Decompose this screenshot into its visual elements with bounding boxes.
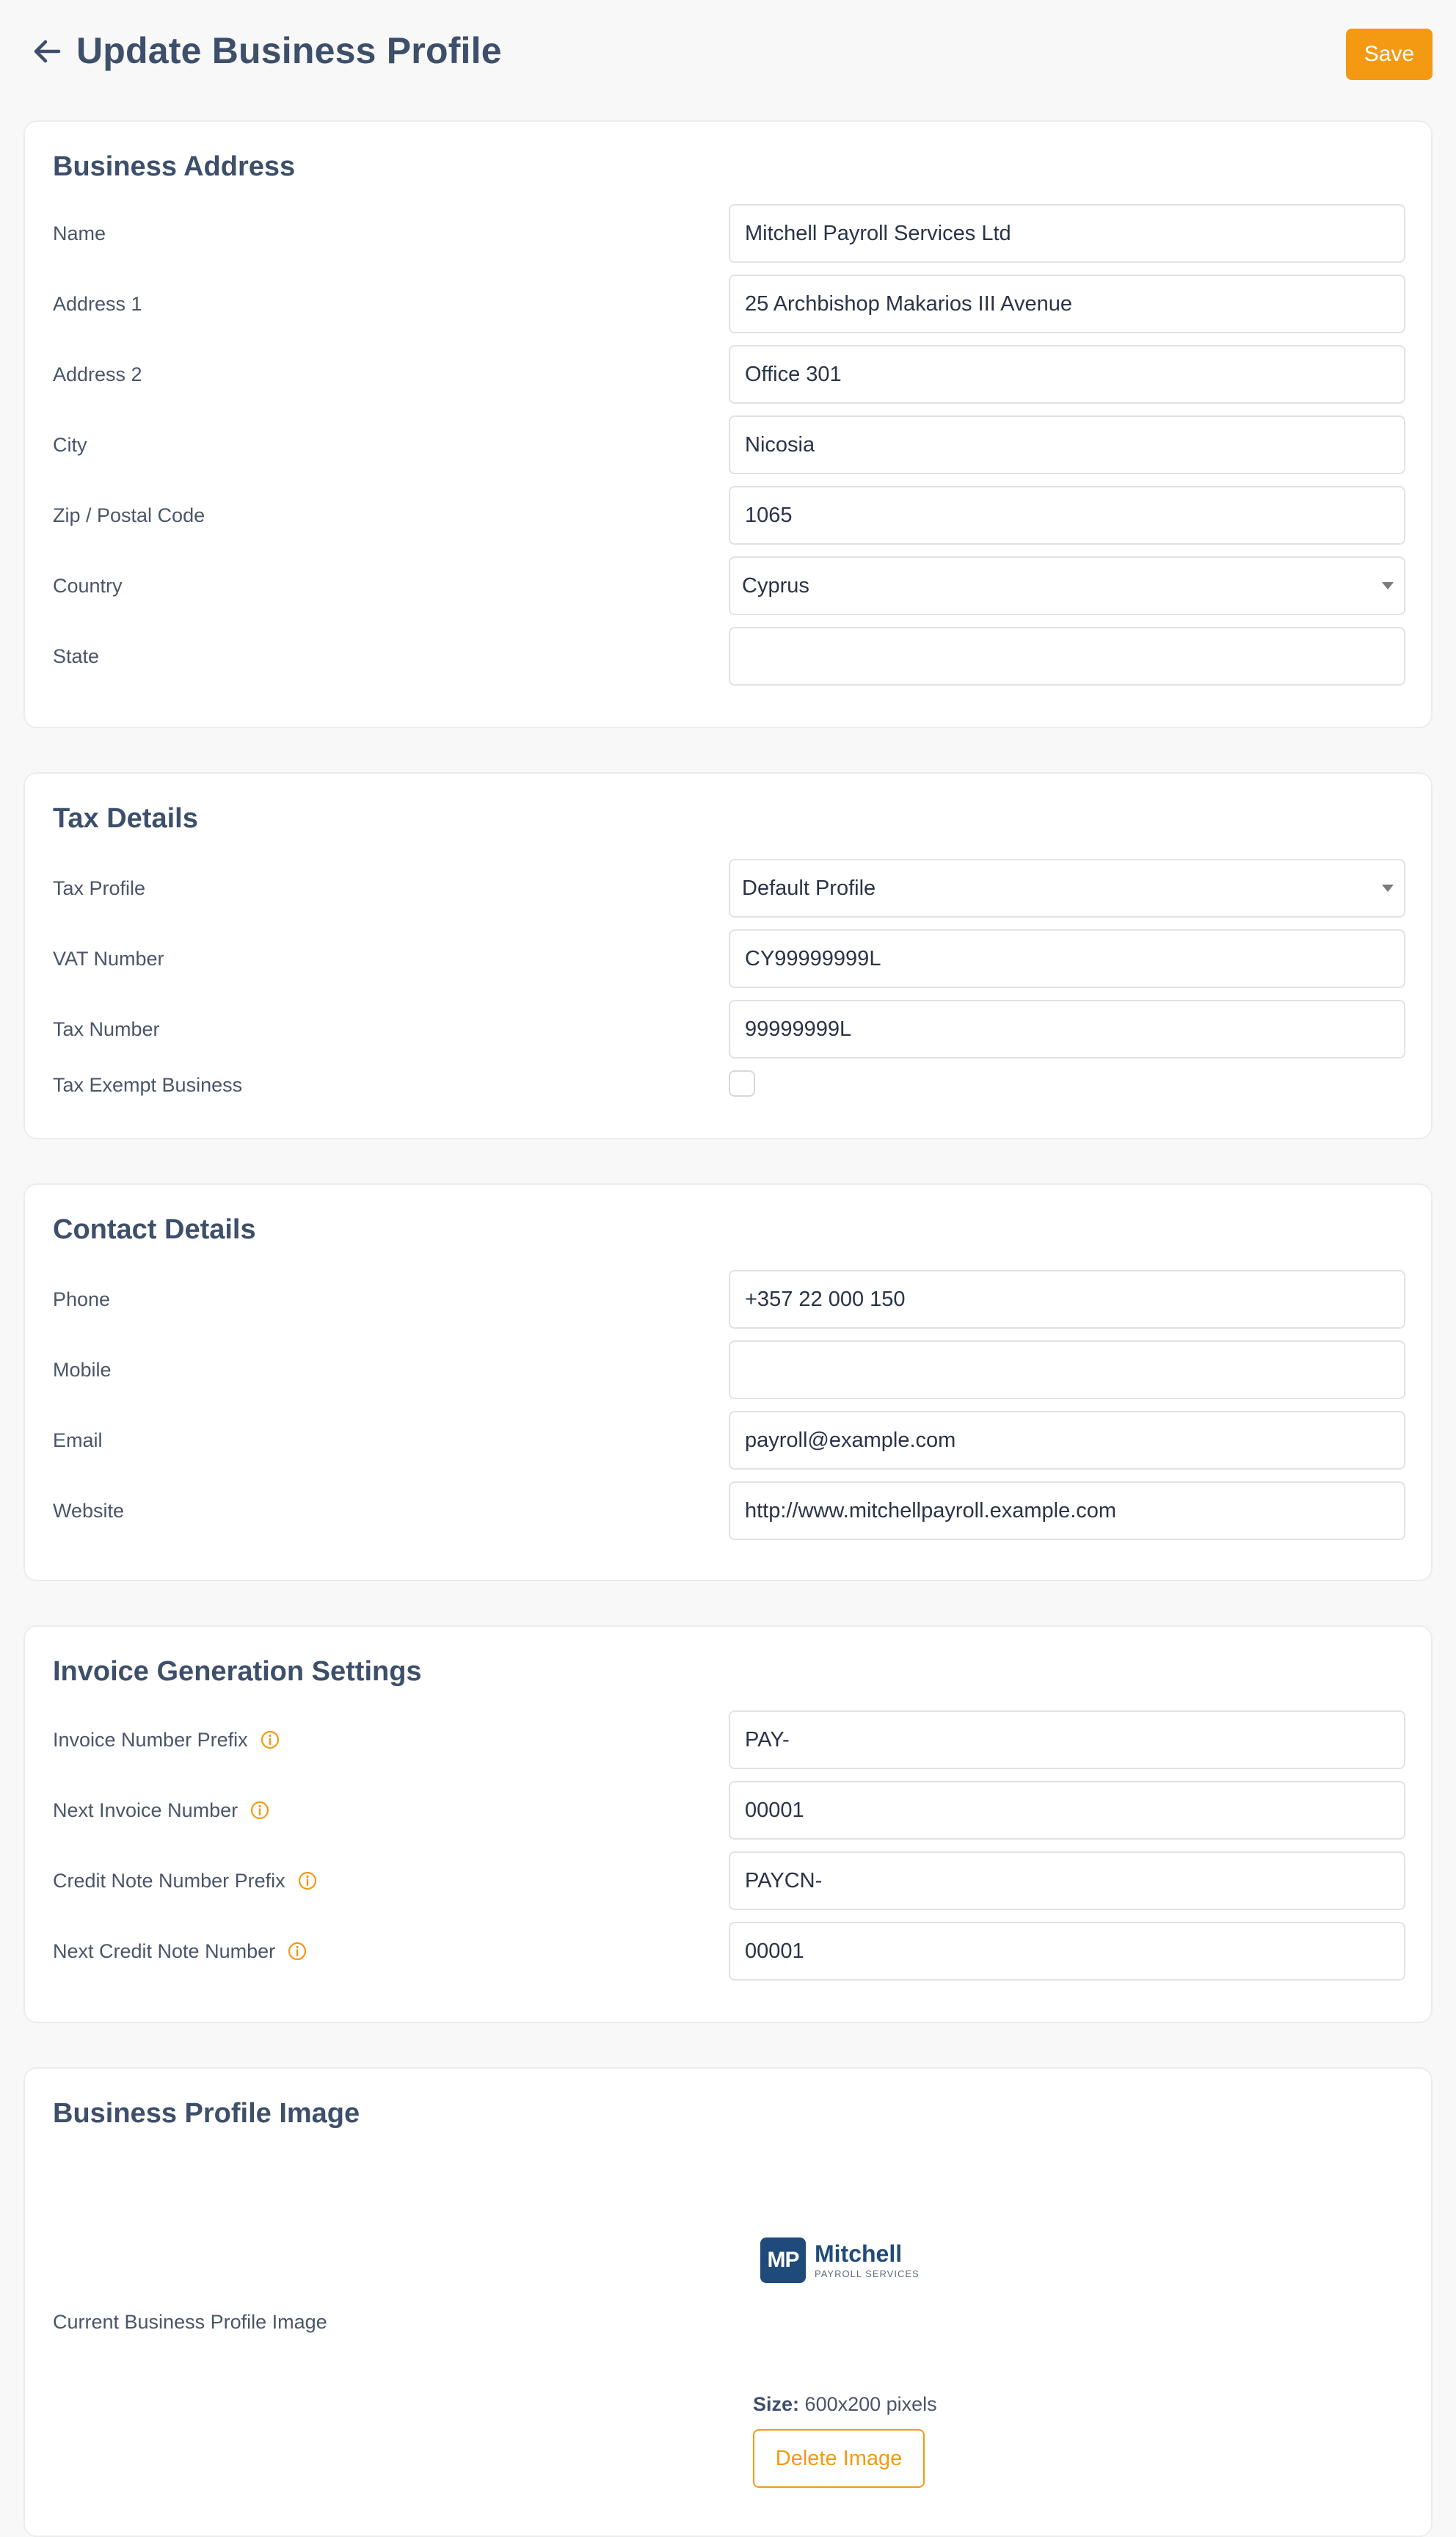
name-input[interactable] (729, 204, 1405, 263)
business-address-card: Business Address Name Address 1 Address … (23, 120, 1433, 728)
page: Update Business Profile Save Business Ad… (0, 0, 1456, 2537)
website-input[interactable] (729, 1481, 1405, 1540)
next-credit-note-number-input[interactable] (729, 1922, 1405, 1981)
field-label: Address 2 (53, 363, 142, 385)
field-label-text: Next Invoice Number (53, 1799, 239, 1821)
invoice-settings-card: Invoice Generation Settings Invoice Numb… (23, 1625, 1433, 2023)
delete-image-button[interactable]: Delete Image (753, 2429, 925, 2488)
field-label: City (53, 434, 87, 456)
form-row-vat: VAT Number (25, 929, 1431, 988)
field-label: Zip / Postal Code (53, 504, 205, 526)
city-input[interactable] (729, 415, 1405, 474)
field-label-text: Credit Note Number Prefix (53, 1870, 285, 1892)
chevron-down-icon (1382, 885, 1394, 892)
form-row-website: Website (25, 1481, 1431, 1540)
field-label: Tax Exempt Business (53, 1074, 243, 1096)
tax-exempt-checkbox[interactable] (729, 1070, 755, 1097)
mobile-input[interactable] (729, 1340, 1405, 1399)
field-label: Tax Profile (53, 877, 146, 899)
info-icon[interactable] (250, 1800, 270, 1821)
select-value: Default Profile (742, 876, 876, 900)
form-row-city: City (25, 415, 1431, 474)
section-title: Tax Details (53, 803, 198, 834)
form-row-phone: Phone (25, 1270, 1431, 1329)
next-invoice-number-input[interactable] (729, 1781, 1405, 1840)
form-row-tax-number: Tax Number (25, 1000, 1431, 1059)
chevron-down-icon (1382, 582, 1394, 589)
email-input[interactable] (729, 1411, 1405, 1470)
field-label: Country (53, 575, 123, 597)
form-row-address1: Address 1 (25, 275, 1431, 333)
tax-profile-select[interactable]: Default Profile (729, 859, 1405, 918)
save-button[interactable]: Save (1346, 29, 1433, 80)
form-row-credit-prefix: Credit Note Number Prefix (25, 1851, 1431, 1910)
state-input[interactable] (729, 627, 1405, 686)
form-row-tax-profile: Tax Profile Default Profile (25, 859, 1431, 918)
phone-input[interactable] (729, 1270, 1405, 1329)
field-label-text: Invoice Number Prefix (53, 1729, 248, 1751)
form-row-tax-exempt: Tax Exempt Business (25, 1056, 1431, 1114)
info-icon[interactable] (287, 1941, 307, 1961)
form-row-address2: Address 2 (25, 345, 1431, 404)
select-value: Cyprus (742, 574, 809, 598)
field-label: Credit Note Number Prefix (53, 1851, 318, 1910)
info-icon[interactable] (260, 1730, 280, 1750)
field-label: Next Invoice Number (53, 1781, 270, 1840)
address1-input[interactable] (729, 275, 1405, 333)
field-label-text: Next Credit Note Number (53, 1940, 276, 1962)
form-row-state: State (25, 627, 1431, 686)
back-button[interactable] (29, 34, 65, 69)
zip-input[interactable] (729, 486, 1405, 545)
field-label: Phone (53, 1288, 111, 1310)
page-header: Update Business Profile Save (0, 0, 1456, 110)
form-row-country: Country Cyprus (25, 556, 1431, 615)
section-title: Contact Details (53, 1214, 256, 1245)
form-row-name: Name (25, 204, 1431, 263)
image-size-info: Size: 600x200 pixels (753, 2393, 937, 2416)
section-title: Business Address (53, 151, 296, 182)
arrow-left-icon (34, 40, 61, 63)
form-row-next-credit: Next Credit Note Number (25, 1922, 1431, 1981)
tax-number-input[interactable] (729, 1000, 1405, 1059)
field-label: Website (53, 1500, 125, 1522)
field-label: Tax Number (53, 1018, 160, 1040)
form-row-zip: Zip / Postal Code (25, 486, 1431, 545)
field-label: Address 1 (53, 293, 142, 315)
form-row-mobile: Mobile (25, 1340, 1431, 1399)
profile-image-card: Business Profile Image Current Business … (23, 2067, 1433, 2537)
form-row-invoice-prefix: Invoice Number Prefix (25, 1710, 1431, 1769)
form-row-next-invoice: Next Invoice Number (25, 1781, 1431, 1840)
field-label: Email (53, 1429, 103, 1451)
size-value: 600x200 pixels (804, 2393, 937, 2415)
form-row-email: Email (25, 1411, 1431, 1470)
info-icon[interactable] (297, 1870, 318, 1891)
address2-input[interactable] (729, 345, 1405, 404)
field-label: Next Credit Note Number (53, 1922, 307, 1981)
tax-details-card: Tax Details Tax Profile Default Profile … (23, 772, 1433, 1139)
logo-subtitle: PAYROLL SERVICES (815, 2268, 920, 2279)
country-select[interactable]: Cyprus (729, 556, 1405, 615)
current-image-label: Current Business Profile Image (53, 2311, 327, 2333)
invoice-prefix-input[interactable] (729, 1710, 1405, 1769)
field-label: Name (53, 222, 106, 244)
business-logo-image: MP Mitchell PAYROLL SERVICES (760, 2237, 936, 2289)
section-title: Business Profile Image (53, 2098, 360, 2129)
page-title: Update Business Profile (76, 30, 502, 71)
vat-number-input[interactable] (729, 929, 1405, 988)
field-label: Mobile (53, 1359, 112, 1381)
contact-details-card: Contact Details Phone Mobile Email Websi… (23, 1183, 1433, 1581)
credit-note-prefix-input[interactable] (729, 1851, 1405, 1910)
field-label: Invoice Number Prefix (53, 1710, 280, 1769)
field-label: VAT Number (53, 948, 164, 970)
section-title: Invoice Generation Settings (53, 1656, 422, 1687)
logo-badge: MP (760, 2237, 806, 2283)
logo-name: Mitchell (815, 2240, 903, 2267)
size-label: Size: (753, 2393, 800, 2415)
field-label: State (53, 645, 100, 667)
